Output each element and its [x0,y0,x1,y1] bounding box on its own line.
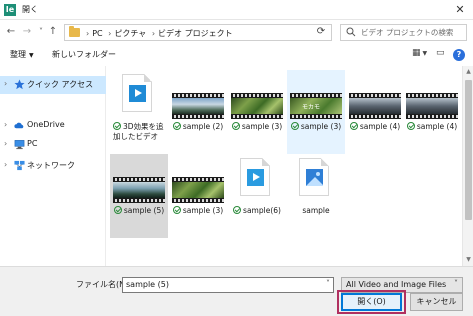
sidebar-item-quick-access[interactable]: › クイック アクセス [0,76,106,94]
organize-button[interactable]: 整理 ▼ [10,49,34,60]
chevron-down-icon: ˅ [454,279,458,288]
sidebar-item-label: PC [27,139,38,148]
breadcrumb-item[interactable]: PC [92,29,102,38]
close-icon[interactable]: ✕ [453,3,467,17]
search-box[interactable] [340,24,467,41]
breadcrumb: › PC › ピクチャ › ビデオ プロジェクト [86,29,233,38]
file-name: sample (5) [110,206,168,216]
breadcrumb-item[interactable]: ビデオ プロジェクト [158,29,233,38]
title-bar: Ie 開く ✕ [0,0,473,20]
sidebar-item-label: ネットワーク [27,161,75,170]
help-icon[interactable]: ? [453,49,465,61]
chevron-right-icon[interactable]: › [4,120,7,129]
thumbnail-caption: モカモ [302,104,321,111]
sidebar-item-pc[interactable]: › PC [0,136,106,154]
file-item[interactable]: 3D効果を追加したビデオ [110,70,168,154]
up-arrow-icon[interactable]: ↑ [46,25,60,39]
sync-status-icon [113,206,122,214]
star-icon [14,79,25,90]
organize-label: 整理 [10,50,26,59]
video-thumbnail [172,177,224,203]
video-file-icon [240,158,270,196]
file-item[interactable]: sample (3) [169,154,227,238]
video-thumbnail [113,177,165,203]
file-item[interactable]: sample [287,154,345,238]
file-name: sample (3) [287,122,345,132]
file-item[interactable]: sample (4) [346,70,404,154]
breadcrumb-item[interactable]: ピクチャ [114,29,146,38]
video-thumbnail [231,93,283,119]
file-name: 3D効果を追加したビデオ [113,122,164,141]
navigation-bar: ← → ˅ ↑ ›PC ›ピクチャ ›ビデオ プロジェクト ˅ ⟳ [0,21,473,43]
file-item[interactable]: モカモ sample (3) [287,70,345,154]
scrollbar-thumb[interactable] [465,80,472,220]
sync-status-icon [172,122,181,130]
sidebar-item-label: クイック アクセス [27,80,94,89]
sidebar-item-label: OneDrive [27,120,65,129]
file-item[interactable]: sample (2) [169,70,227,154]
chevron-right-icon[interactable]: › [4,79,7,88]
back-arrow-icon[interactable]: ← [4,25,18,39]
filetype-value: All Video and Image Files [346,280,447,289]
sync-status-icon [290,122,299,130]
vertical-scrollbar[interactable]: ▲ ▼ [462,66,473,266]
sync-status-icon [172,206,181,214]
filename-input[interactable]: sample (5) ˅ [122,277,334,293]
sync-status-icon [349,122,358,130]
file-name: sample (3) [228,122,286,132]
scroll-down-icon[interactable]: ▼ [465,256,472,263]
computer-icon [14,140,25,150]
video-thumbnail: モカモ [290,93,342,119]
chevron-right-icon[interactable]: › [4,139,7,148]
video-file-icon [122,74,152,112]
video-thumbnail [349,93,401,119]
file-name: sample (3) [169,206,227,216]
image-file-icon [299,158,329,196]
file-item[interactable]: sample (3) [228,70,286,154]
file-name: sample (2) [169,122,227,132]
search-input[interactable] [361,25,465,40]
filename-value: sample (5) [126,280,169,289]
open-button[interactable]: 開く(O) [341,293,402,311]
window-title: 開く [22,5,38,14]
chevron-right-icon[interactable]: › [4,160,7,169]
play-icon [247,169,264,186]
toolbar: 整理 ▼ 新しいフォルダー ▦ ▼ ▭ ? [0,44,473,66]
file-item[interactable]: sample(6) [228,154,286,238]
navigation-pane: › クイック アクセス › OneDrive › PC › ネットワーク [0,66,106,266]
preview-pane-icon[interactable]: ▭ [436,48,445,58]
address-bar[interactable]: ›PC ›ピクチャ ›ビデオ プロジェクト ˅ [64,24,370,41]
forward-arrow-icon[interactable]: → [20,25,34,39]
new-folder-button[interactable]: 新しいフォルダー [52,49,116,60]
file-item[interactable]: sample (4) [403,70,461,154]
caret-down-icon: ▼ [29,52,34,59]
video-thumbnail [406,93,458,119]
sidebar-item-network[interactable]: › ネットワーク [0,157,106,175]
view-options-icon[interactable]: ▦ ▼ [412,48,427,58]
chevron-down-icon[interactable]: ˅ [326,279,330,288]
scroll-up-icon[interactable]: ▲ [465,68,472,75]
refresh-icon[interactable]: ⟳ [314,25,328,39]
sync-status-icon [231,122,240,130]
file-name: sample(6) [228,206,286,216]
sync-status-icon [406,122,415,130]
video-thumbnail [172,93,224,119]
sync-status-icon [113,122,121,130]
file-name: sample (4) [403,122,461,132]
file-item[interactable]: sample (5) [110,154,168,238]
file-name: sample [302,206,330,215]
app-icon: Ie [4,4,16,16]
cloud-icon [14,122,24,129]
picture-icon [306,169,323,186]
file-name: sample (4) [346,122,404,132]
play-icon [129,85,146,102]
search-icon [346,27,356,37]
network-icon [14,160,25,171]
sidebar-item-onedrive[interactable]: › OneDrive [0,117,106,135]
cancel-button[interactable]: キャンセル [410,293,463,311]
file-list: 3D効果を追加したビデオ sample (2) sample (3) モカモ s… [107,66,462,266]
sync-status-icon [233,206,242,214]
folder-icon [69,26,80,37]
